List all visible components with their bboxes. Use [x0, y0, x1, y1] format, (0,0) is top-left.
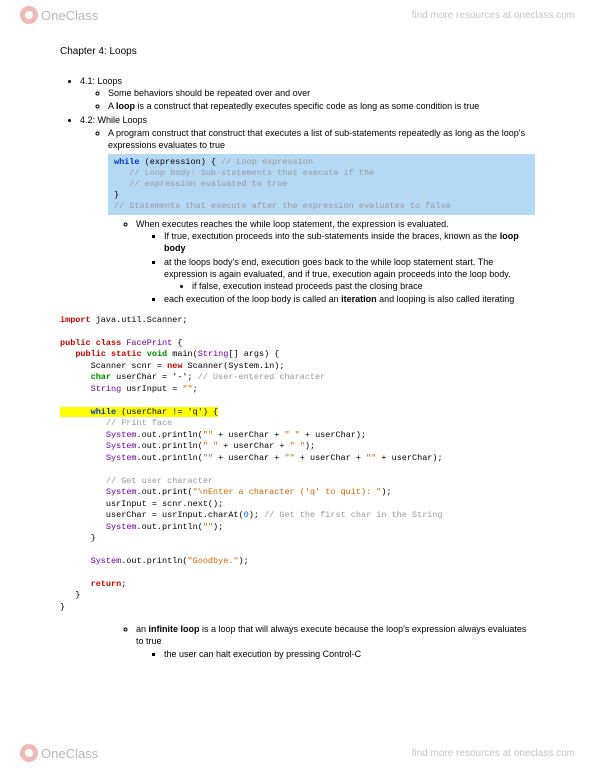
chapter-title: Chapter 4: Loops — [60, 46, 535, 57]
footer-link[interactable]: find more resources at oneclass.com — [412, 748, 575, 759]
logo-text: OneClass — [41, 8, 98, 23]
list-item: If true, exectution proceeds into the su… — [164, 230, 535, 254]
header-link[interactable]: find more resources at oneclass.com — [412, 10, 575, 21]
list-item: A program construct that construct that … — [108, 127, 535, 151]
list-item: the user can halt execution by pressing … — [164, 648, 535, 660]
outline-list: 4.1: Loops Some behaviors should be repe… — [80, 75, 535, 151]
section-42: 4.2: While Loops A program construct tha… — [80, 114, 535, 150]
logo-text: OneClass — [41, 746, 98, 761]
code-block-faceprint: import java.util.Scanner; public class F… — [60, 315, 535, 613]
page-header: OneClass find more resources at oneclass… — [0, 0, 595, 26]
list-item: each execution of the loop body is calle… — [164, 293, 535, 305]
section-41: 4.1: Loops Some behaviors should be repe… — [80, 75, 535, 112]
document-body: Chapter 4: Loops 4.1: Loops Some behavio… — [0, 26, 595, 672]
list-item: if false, execution instead proceeds pas… — [192, 280, 535, 292]
bottom-list: an infinite loop is a loop that will alw… — [80, 623, 535, 659]
list-item: A loop is a construct that repeatedly ex… — [108, 100, 535, 112]
logo-icon — [20, 6, 38, 24]
logo: OneClass — [20, 744, 98, 762]
list-item: at the loops body's end, execution goes … — [164, 256, 535, 292]
page-footer: OneClass find more resources at oneclass… — [0, 740, 595, 770]
continuation-list: When executes reaches the while loop sta… — [80, 218, 535, 305]
logo: OneClass — [20, 6, 98, 24]
list-item: an infinite loop is a loop that will alw… — [136, 623, 535, 659]
logo-icon — [20, 744, 38, 762]
code-block-while-syntax: while (expression) { // Loop expression … — [108, 154, 535, 215]
list-item: Some behaviors should be repeated over a… — [108, 87, 535, 99]
list-item: When executes reaches the while loop sta… — [136, 218, 535, 305]
